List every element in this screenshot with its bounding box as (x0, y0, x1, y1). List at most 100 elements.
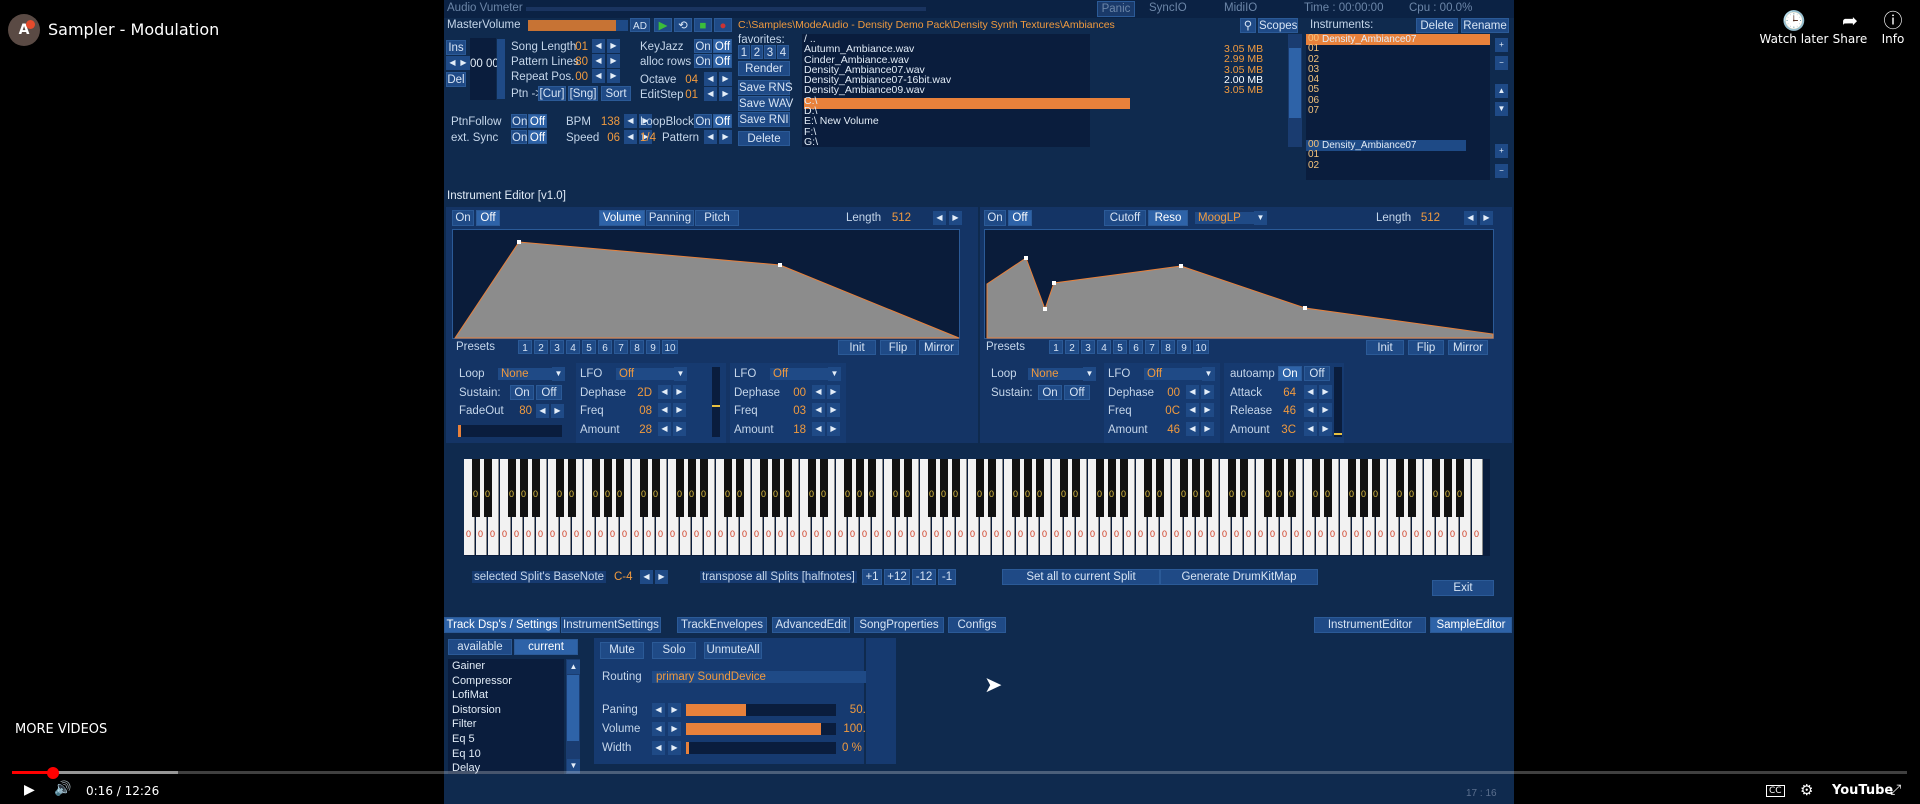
ext-sync-off[interactable]: Off (528, 130, 547, 144)
black-key[interactable]: 0 (904, 459, 912, 517)
black-key[interactable]: 0 (556, 459, 564, 517)
exit-fullscreen-icon[interactable]: ⤢ (1890, 782, 1901, 798)
black-key[interactable]: 0 (592, 459, 600, 517)
generate-drumkitmap-button[interactable]: Generate DrumKitMap (1160, 569, 1318, 585)
black-key[interactable]: 0 (520, 459, 528, 517)
info-button[interactable]: ⓘ Info (1858, 10, 1920, 46)
preset-10[interactable]: 10 (662, 340, 678, 354)
preset-8[interactable]: 8 (630, 340, 644, 354)
black-key[interactable]: 0 (1456, 459, 1464, 517)
preset-1[interactable]: 1 (518, 340, 532, 354)
repeat-pos-up[interactable]: ▶ (607, 69, 620, 83)
black-key[interactable]: 0 (568, 459, 576, 517)
paning-down[interactable]: ◀ (652, 703, 665, 717)
song-length-up[interactable]: ▶ (607, 39, 620, 53)
sng-button[interactable]: [Sng] (568, 86, 598, 101)
black-key[interactable]: 0 (1144, 459, 1152, 517)
render-button[interactable]: Render (738, 61, 790, 76)
move-up-icon[interactable]: ▲ (1495, 84, 1508, 98)
dsp-list-scrollbar[interactable]: ▲ ▼ (566, 659, 580, 774)
favorite-4[interactable]: 4 (777, 45, 789, 59)
dsp-item[interactable]: Compressor (452, 674, 564, 689)
black-key[interactable]: 0 (856, 459, 864, 517)
black-key[interactable]: 0 (1288, 459, 1296, 517)
autoamp-on[interactable]: On (1278, 366, 1302, 381)
preset-10[interactable]: 10 (1193, 340, 1209, 354)
tab-configs[interactable]: Configs (948, 617, 1006, 633)
tab-instrument-settings[interactable]: InstrumentSettings (561, 617, 661, 633)
loop-button[interactable]: ⟲ (674, 18, 692, 32)
song-length-down[interactable]: ◀ (592, 39, 605, 53)
autoamp-amount-down[interactable]: ◀ (1304, 422, 1317, 436)
black-key[interactable]: 0 (1396, 459, 1404, 517)
env2-off[interactable]: Off (1008, 210, 1032, 226)
tab-instrument-editor[interactable]: InstrumentEditor (1314, 617, 1426, 633)
lfo1-amount-down[interactable]: ◀ (658, 422, 671, 436)
delete-file-button[interactable]: Delete (738, 131, 790, 146)
video-title[interactable]: Sampler - Modulation (48, 20, 219, 39)
black-key[interactable]: 0 (892, 459, 900, 517)
black-key[interactable]: 0 (1108, 459, 1116, 517)
tab-song-properties[interactable]: SongProperties (854, 617, 944, 633)
lfo3-amount-up[interactable]: ▶ (1201, 422, 1214, 436)
file-item[interactable]: G:\ (804, 137, 951, 148)
keyboard-split-map[interactable]: 0000000000000000000000000000000000000000… (464, 459, 1490, 556)
sample-list[interactable]: 00 01 02 Density_Ambiance07 (1306, 139, 1490, 180)
white-key[interactable]: 0 (1472, 459, 1483, 555)
transpose-plus12[interactable]: +12 (884, 569, 910, 585)
black-key[interactable]: 0 (784, 459, 792, 517)
black-key[interactable]: 0 (928, 459, 936, 517)
preset-9[interactable]: 9 (1177, 340, 1191, 354)
black-key[interactable]: 0 (676, 459, 684, 517)
lfo3-mode-select[interactable]: Off (1144, 368, 1202, 380)
black-key[interactable]: 0 (1024, 459, 1032, 517)
black-key[interactable]: 0 (1036, 459, 1044, 517)
dsp-list[interactable]: Gainer Compressor LofiMat Distorsion Fil… (448, 659, 564, 774)
lfo3-dephase-down[interactable]: ◀ (1186, 385, 1199, 399)
move-down-icon[interactable]: ▼ (1495, 102, 1508, 116)
env1-flip-button[interactable]: Flip (880, 340, 916, 355)
black-key[interactable]: 0 (1276, 459, 1284, 517)
black-key[interactable]: 0 (484, 459, 492, 517)
dsp-item[interactable]: LofiMat (452, 688, 564, 703)
preset-7[interactable]: 7 (1145, 340, 1159, 354)
black-key[interactable]: 0 (952, 459, 960, 517)
lfo1-dephase-up[interactable]: ▶ (673, 385, 686, 399)
attack-down[interactable]: ◀ (1304, 385, 1317, 399)
loopblock-down[interactable]: ◀ (704, 130, 717, 144)
env2-mirror-button[interactable]: Mirror (1448, 340, 1488, 355)
paning-slider[interactable] (686, 704, 836, 716)
lfo2-dephase-down[interactable]: ◀ (812, 385, 825, 399)
search-icon[interactable]: ⚲ (1240, 18, 1256, 33)
set-all-split-button[interactable]: Set all to current Split (1002, 569, 1160, 585)
width-slider[interactable] (686, 742, 836, 754)
env1-mirror-button[interactable]: Mirror (919, 340, 959, 355)
black-key[interactable]: 0 (724, 459, 732, 517)
dsp-current-tab[interactable]: current (514, 639, 578, 655)
panic-button[interactable]: Panic (1097, 1, 1135, 17)
sort-button[interactable]: Sort (601, 86, 631, 101)
lfo2-amount-up[interactable]: ▶ (827, 422, 840, 436)
env2-sustain-off[interactable]: Off (1064, 385, 1090, 400)
scrubber-knob[interactable] (46, 767, 59, 779)
octave-up[interactable]: ▶ (719, 72, 732, 86)
del-button[interactable]: Del (446, 72, 466, 87)
stop-button[interactable]: ■ (694, 18, 712, 32)
lfo2-amount-down[interactable]: ◀ (812, 422, 825, 436)
instrument-list[interactable]: 00 01 02 03 04 05 06 07 Density_Ambiance… (1306, 33, 1490, 144)
lfo1-freq-down[interactable]: ◀ (658, 403, 671, 417)
pattern-lines-down[interactable]: ◀ (592, 54, 605, 68)
loopblock-up[interactable]: ▶ (719, 130, 732, 144)
lfo1-mode-select[interactable]: Off (616, 368, 674, 380)
dsp-item[interactable]: Distorsion (452, 703, 564, 718)
loop-select[interactable]: None (498, 368, 556, 380)
speed-down[interactable]: ◀ (624, 130, 637, 144)
lfo1-dropdown-icon[interactable]: ▼ (674, 367, 687, 381)
solo-button[interactable]: Solo (652, 642, 696, 659)
panning-tab[interactable]: Panning (646, 210, 694, 226)
filter-dropdown-icon[interactable]: ▼ (1254, 211, 1267, 225)
black-key[interactable]: 0 (1096, 459, 1104, 517)
fadeout-down[interactable]: ◀ (536, 404, 549, 418)
add-sample-icon[interactable]: + (1495, 144, 1508, 158)
black-key[interactable]: 0 (640, 459, 648, 517)
